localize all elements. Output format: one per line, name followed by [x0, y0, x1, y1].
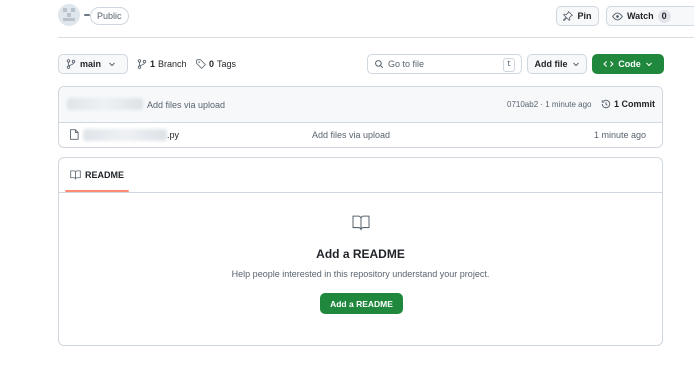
file-commit-time: 1 minute ago: [594, 130, 647, 140]
commits-link[interactable]: 1 Commit: [601, 99, 655, 109]
watch-button[interactable]: Watch 0: [606, 6, 694, 26]
visibility-badge: Public: [90, 7, 129, 25]
add-file-button[interactable]: Add file: [527, 54, 587, 74]
history-icon: [601, 99, 611, 109]
go-to-file-input[interactable]: Go to file t: [367, 54, 522, 74]
readme-empty-description: Help people interested in this repositor…: [231, 269, 490, 279]
watch-count: 0: [657, 9, 671, 23]
chevron-down-icon: [572, 60, 580, 68]
add-file-label: Add file: [534, 59, 568, 69]
eye-icon: [612, 11, 623, 22]
file-name-suffix[interactable]: .py: [167, 130, 179, 140]
branch-label: main: [80, 59, 102, 69]
tags-label: Tags: [217, 59, 237, 69]
branches-link[interactable]: 1 Branch: [137, 54, 187, 74]
file-name-redacted: [83, 129, 167, 141]
chevron-down-icon: [645, 60, 653, 68]
readme-empty-title: Add a README: [316, 247, 405, 261]
readme-tabbar: README: [59, 158, 662, 193]
file-table: Add files via upload 0710ab2 · 1 minute …: [58, 86, 663, 148]
file-commit-message[interactable]: Add files via upload: [312, 130, 390, 140]
pin-label: Pin: [577, 11, 592, 21]
code-label: Code: [618, 59, 641, 69]
commit-count-label: 1 Commit: [614, 99, 656, 109]
code-icon: [603, 59, 614, 69]
add-readme-button[interactable]: Add a README: [320, 293, 403, 314]
tab-readme[interactable]: README: [65, 158, 129, 192]
table-row[interactable]: .py Add files via upload 1 minute ago: [59, 123, 662, 147]
git-branch-icon: [66, 59, 76, 69]
watch-label: Watch: [627, 11, 654, 21]
go-to-file-placeholder: Go to file: [388, 59, 425, 69]
go-to-file-shortcut: t: [503, 58, 515, 72]
readme-tab-label: README: [85, 170, 125, 180]
branches-count: 1: [150, 59, 156, 69]
active-tab-indicator: [65, 190, 129, 192]
latest-commit-message[interactable]: Add files via upload: [147, 100, 225, 110]
search-icon: [374, 59, 384, 69]
commit-author-redacted: [67, 98, 143, 110]
latest-commit-hash-time[interactable]: 0710ab2 · 1 minute ago: [507, 100, 592, 109]
chevron-down-icon: [108, 60, 116, 68]
header-divider: [58, 37, 694, 38]
latest-commit-bar: Add files via upload 0710ab2 · 1 minute …: [59, 87, 662, 123]
branches-label: Branch: [158, 59, 187, 69]
pin-button[interactable]: Pin: [556, 6, 599, 26]
repo-owner-avatar[interactable]: [58, 4, 80, 26]
readme-panel: README Add a README Help people interest…: [58, 157, 663, 346]
book-icon: [70, 170, 81, 180]
file-icon: [69, 129, 79, 140]
tag-icon: [196, 59, 206, 69]
tags-count: 0: [209, 59, 215, 69]
book-icon: [351, 215, 371, 231]
tags-link[interactable]: 0 Tags: [196, 54, 236, 74]
branch-select-button[interactable]: main: [58, 54, 128, 74]
pin-icon: [563, 11, 574, 21]
code-button[interactable]: Code: [592, 54, 664, 74]
git-branch-icon: [137, 59, 147, 69]
